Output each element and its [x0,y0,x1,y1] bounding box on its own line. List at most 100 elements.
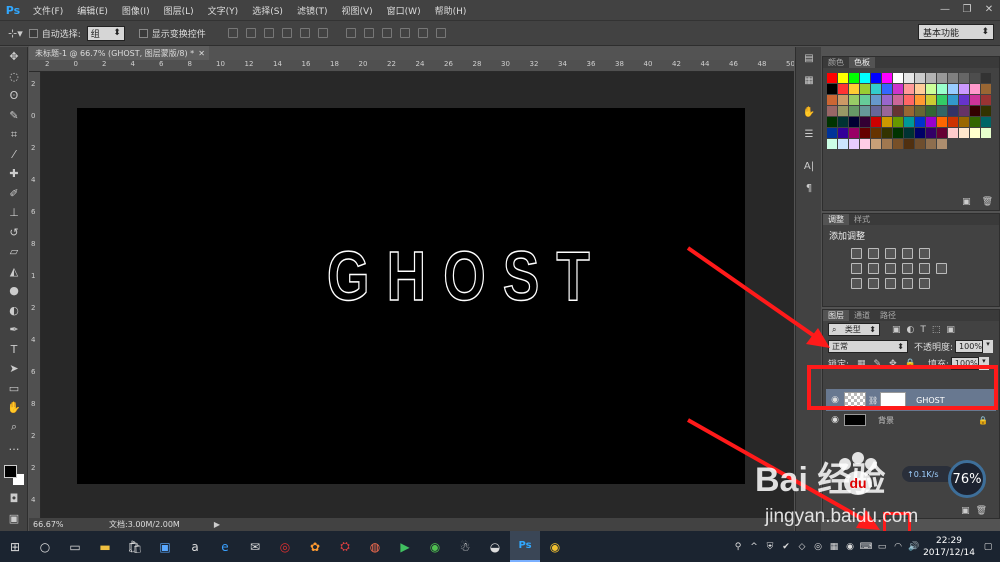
chevron-up-icon[interactable]: ^ [746,531,762,562]
color-swatch[interactable] [937,128,947,138]
color-swatch[interactable] [860,73,870,83]
lasso-tool-icon[interactable]: ʘ [0,86,28,106]
color-swatch[interactable] [827,128,837,138]
eye-icon[interactable]: ◉ [826,415,844,425]
color-swatch[interactable] [838,128,848,138]
clone-stamp-tool-icon[interactable]: ⊥ [0,203,28,223]
curves-icon[interactable] [885,248,896,259]
color-swatch[interactable] [849,106,859,116]
color-swatch[interactable] [981,84,991,94]
history-icon[interactable]: ▤ [796,47,822,69]
color-swatch[interactable] [959,95,969,105]
search-icon[interactable]: ○ [30,531,60,562]
brightness-icon[interactable] [851,248,862,259]
align-bottom-icon[interactable] [263,28,274,38]
opacity-input[interactable]: 100% [955,340,984,353]
opacity-slider-icon[interactable]: ▾ [983,340,994,353]
rectangle-tool-icon[interactable]: ▭ [0,379,28,399]
color-swatch[interactable] [926,128,936,138]
distribute-top-icon[interactable] [345,28,356,38]
layer-row[interactable]: ◉ 背景 🔒 [826,412,996,428]
color-swatch[interactable] [948,84,958,94]
color-swatch[interactable] [915,106,925,116]
color-swatch[interactable] [882,117,892,127]
color-swatch[interactable] [849,117,859,127]
vibrance-icon[interactable] [919,248,930,259]
color-swatch[interactable] [948,95,958,105]
menu-filter[interactable]: 滤镜(T) [290,4,335,17]
dropbox-icon[interactable]: ◇ [794,531,810,562]
color-swatch[interactable] [959,84,969,94]
color-swatch[interactable] [970,117,980,127]
tool-presets-icon[interactable]: ✋ [796,101,822,123]
align-vcenter-icon[interactable] [245,28,256,38]
wifi-icon[interactable]: ◠ [890,531,906,562]
color-swatch[interactable] [827,117,837,127]
eyedropper-tool-icon[interactable]: ⁄ [0,145,28,165]
tab-channels[interactable]: 通道 [849,310,875,321]
color-swatch[interactable] [937,139,947,149]
color-swatch[interactable] [915,117,925,127]
menu-help[interactable]: 帮助(H) [428,4,474,17]
color-swatch[interactable] [959,106,969,116]
dodge-tool-icon[interactable]: ◐ [0,301,28,321]
pen-tool-icon[interactable]: ✒ [0,320,28,340]
character-icon[interactable]: A| [796,155,822,177]
color-swatch[interactable] [915,95,925,105]
zoom-tool-icon[interactable]: ⌕ [0,418,28,438]
tray-app-icon[interactable]: ◎ [810,531,826,562]
color-swatch[interactable] [882,128,892,138]
ie-icon[interactable]: e [210,531,240,562]
gradient-map-icon[interactable] [902,278,913,289]
ghost-text-layer[interactable]: GHOST [326,236,607,316]
brush-tool-icon[interactable]: ✐ [0,184,28,204]
color-swatch[interactable] [838,117,848,127]
tab-layers[interactable]: 图层 [823,310,849,321]
color-swatch[interactable] [860,117,870,127]
properties-icon[interactable]: ☰ [796,123,822,145]
photo-filter-icon[interactable] [902,263,913,274]
color-swatch[interactable] [882,106,892,116]
color-swatch[interactable] [970,128,980,138]
color-swatch[interactable] [871,73,881,83]
color-swatch[interactable] [893,95,903,105]
restore-icon[interactable]: ❐ [956,0,978,18]
marquee-tool-icon[interactable]: ◌ [0,67,28,87]
color-swatch[interactable] [882,73,892,83]
show-transform-checkbox[interactable] [138,28,148,38]
canvas[interactable]: GHOST [77,108,745,484]
distribute-vcenter-icon[interactable] [363,28,374,38]
menu-type[interactable]: 文字(Y) [201,4,246,17]
workspace-dropdown[interactable]: 基本功能 ⬍ [918,24,994,40]
type-tool-icon[interactable]: T [0,340,28,360]
quick-mask-icon[interactable]: ◘ [0,489,28,509]
keyboard-icon[interactable]: ⌨ [858,531,874,562]
color-swatch[interactable] [827,95,837,105]
close-icon[interactable]: ✕ [978,0,1000,18]
color-swatch[interactable] [970,106,980,116]
color-swatch[interactable] [860,128,870,138]
color-swatch[interactable] [981,95,991,105]
color-swatch[interactable] [937,73,947,83]
color-swatch[interactable] [926,84,936,94]
color-swatch[interactable] [849,128,859,138]
distribute-bottom-icon[interactable] [381,28,392,38]
color-swatch[interactable] [915,73,925,83]
tab-styles[interactable]: 样式 [849,214,875,225]
menu-file[interactable]: 文件(F) [26,4,70,17]
color-swatch[interactable] [838,73,848,83]
color-swatch[interactable] [882,95,892,105]
color-swatch[interactable] [904,117,914,127]
video-player-icon[interactable]: ▶ [390,531,420,562]
color-swatch[interactable] [959,117,969,127]
blur-tool-icon[interactable]: ● [0,281,28,301]
color-swatch[interactable] [915,139,925,149]
color-swatch[interactable] [860,106,870,116]
color-swatch[interactable] [981,106,991,116]
color-swatch[interactable] [926,95,936,105]
color-swatch[interactable] [937,117,947,127]
color-swatch[interactable] [937,95,947,105]
color-swatch[interactable] [849,95,859,105]
color-swatch[interactable] [838,139,848,149]
path-select-tool-icon[interactable]: ➤ [0,359,28,379]
